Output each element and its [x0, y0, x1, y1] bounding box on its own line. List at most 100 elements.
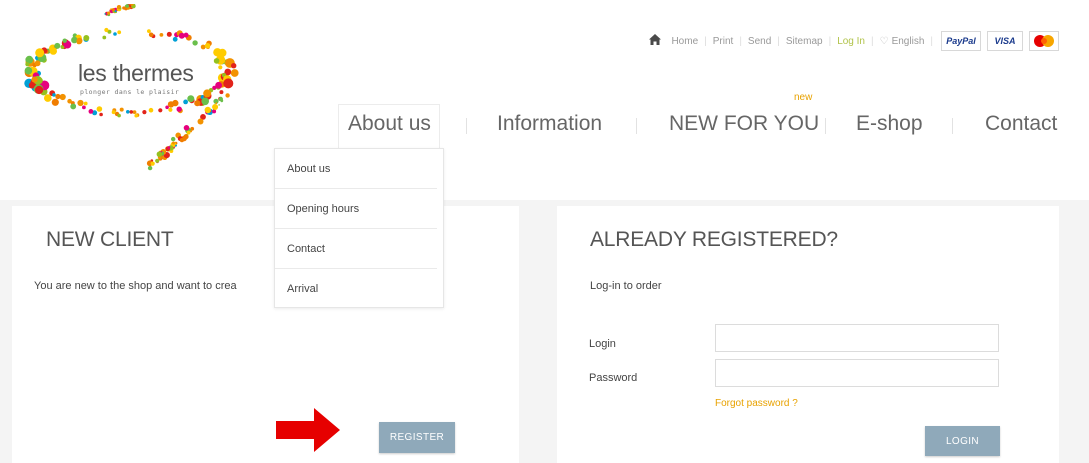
print-link[interactable]: Print: [707, 36, 740, 47]
logo-dot: [166, 31, 172, 37]
register-button[interactable]: REGISTER: [379, 422, 455, 453]
logo-dot: [155, 158, 160, 163]
login-input[interactable]: [715, 324, 999, 352]
dropdown-item-arrival[interactable]: Arrival: [275, 269, 437, 309]
site-logo[interactable]: les thermes plonger dans le plaisir: [18, 4, 268, 176]
logo-dot: [119, 7, 122, 10]
logo-dot: [172, 99, 179, 107]
logo-dot: [117, 30, 122, 35]
logo-dot: [215, 102, 218, 105]
dropdown-item-contact[interactable]: Contact: [275, 229, 437, 269]
logo-dot: [126, 110, 130, 114]
logo-dot: [187, 95, 195, 103]
logo-dot: [134, 113, 138, 118]
logo-dot: [218, 96, 223, 102]
nav-contact[interactable]: Contact: [985, 112, 1057, 136]
logo-dot: [219, 90, 224, 95]
logo-dot: [158, 108, 163, 113]
logo-dot: [104, 27, 109, 33]
logo-dot: [132, 110, 137, 114]
logo-dot: [223, 78, 234, 89]
logo-dot: [167, 146, 171, 149]
nav-divider: [466, 118, 467, 134]
logo-dot: [159, 33, 164, 37]
logo-dot: [204, 106, 211, 114]
logo-dot: [183, 32, 189, 38]
logo-dot: [186, 130, 191, 135]
payment-methods: PayPal VISA: [941, 31, 1059, 51]
sitemap-link[interactable]: Sitemap: [780, 36, 829, 47]
logo-dot: [218, 65, 223, 70]
login-button[interactable]: LOGIN: [925, 426, 1000, 456]
logo-dot: [82, 105, 86, 110]
login-panel-title: ALREADY REGISTERED?: [590, 228, 838, 251]
new-client-title: NEW CLIENT: [46, 228, 174, 251]
logo-dot: [197, 118, 204, 125]
nav-divider: [825, 118, 826, 134]
language-selector[interactable]: ♡ English: [874, 36, 931, 47]
heart-icon: ♡: [879, 35, 889, 47]
logo-dot: [83, 35, 90, 41]
logo-dot: [122, 6, 126, 10]
logo-dot: [142, 110, 147, 115]
logo-dot: [107, 11, 111, 15]
logo-dot: [67, 98, 72, 104]
logo-dot: [172, 141, 175, 145]
logo-tagline: plonger dans le plaisir: [80, 88, 180, 96]
logo-dot: [24, 66, 33, 75]
dropdown-item-about-us[interactable]: About us: [275, 149, 437, 189]
login-link[interactable]: Log In: [831, 36, 871, 47]
logo-dot: [55, 93, 61, 100]
logo-dot: [62, 38, 67, 43]
logo-dot: [165, 105, 169, 110]
nav-new-for-you[interactable]: NEW FOR YOU: [669, 112, 819, 136]
logo-dot: [99, 112, 103, 117]
logo-dot: [31, 76, 38, 83]
send-link[interactable]: Send: [742, 36, 777, 47]
logo-dot: [225, 93, 230, 98]
logo-dot: [83, 101, 88, 106]
logo-dot: [35, 85, 44, 95]
nav-information[interactable]: Information: [497, 112, 602, 136]
logo-dot: [176, 106, 182, 112]
dropdown-item-opening-hours[interactable]: Opening hours: [275, 189, 437, 229]
logo-dot: [212, 85, 217, 90]
logo-dot: [44, 94, 52, 102]
nav-about-us[interactable]: About us: [348, 112, 431, 136]
logo-dot: [77, 99, 84, 107]
nav-eshop[interactable]: E-shop: [856, 112, 923, 136]
logo-dot: [52, 93, 56, 97]
mastercard-icon: [1029, 31, 1059, 51]
logo-dot: [183, 134, 189, 140]
red-arrow-icon: [276, 408, 340, 452]
logo-dot: [213, 106, 216, 109]
password-input[interactable]: [715, 359, 999, 387]
logo-dot: [194, 100, 201, 107]
logo-dot: [35, 48, 45, 58]
forgot-password-link[interactable]: Forgot password ?: [715, 398, 798, 409]
logo-dot: [203, 89, 212, 98]
logo-dot: [111, 8, 115, 12]
visa-icon: VISA: [987, 31, 1023, 51]
divider: |: [930, 35, 933, 47]
logo-dot: [212, 109, 217, 114]
logo-dot: [172, 36, 178, 42]
home-link[interactable]: Home: [665, 36, 704, 47]
logo-dot: [147, 29, 151, 33]
nav-divider: [636, 118, 637, 134]
home-icon[interactable]: [649, 34, 662, 48]
logo-dot: [125, 4, 129, 8]
logo-dot: [213, 48, 222, 57]
paypal-icon: PayPal: [941, 31, 981, 51]
logo-dot: [76, 40, 81, 45]
logo-dot: [88, 109, 94, 114]
about-dropdown-menu: About us Opening hours Contact Arrival: [274, 148, 444, 308]
logo-dot: [183, 125, 190, 131]
logo-dot: [54, 42, 61, 49]
logo-dot: [218, 104, 220, 106]
logo-dot: [150, 161, 155, 166]
new-badge: new: [794, 92, 813, 103]
logo-dot: [96, 106, 103, 112]
language-label: English: [891, 35, 925, 47]
logo-dot: [113, 32, 117, 36]
